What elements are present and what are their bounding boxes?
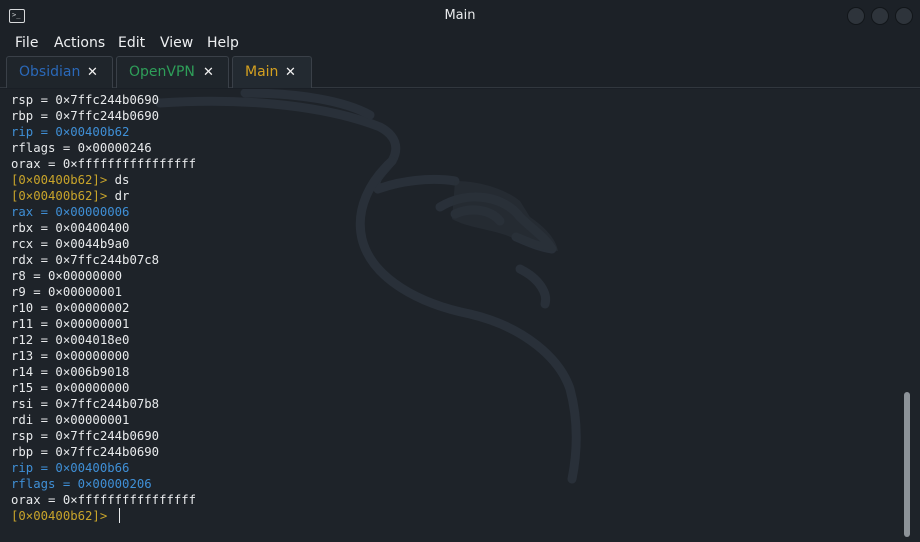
terminal-output[interactable]: rsp = 0×7ffc244b0690 rbp = 0×7ffc244b0690… [0, 89, 920, 542]
terminal-line: rflags = 0×00000246 [11, 140, 196, 156]
register-value: orax = 0×ffffffffffffffff [11, 493, 197, 507]
register-value: rdi = 0×00000001 [11, 413, 130, 427]
register-value: rax = 0×00000006 [11, 205, 130, 219]
menu-help[interactable]: Help [207, 32, 239, 54]
terminal-line: orax = 0×ffffffffffffffff [11, 492, 196, 508]
terminal-prompt-line: [0×00400b62]> [11, 508, 196, 524]
terminal-line: r9 = 0×00000001 [11, 284, 196, 300]
register-value: rdx = 0×7ffc244b07c8 [11, 253, 160, 267]
terminal-line: rsi = 0×7ffc244b07b8 [11, 396, 196, 412]
tab-close-icon[interactable]: ✕ [203, 57, 214, 88]
terminal-prompt-line: [0×00400b62]> ds [11, 172, 196, 188]
window-title: Main [444, 8, 476, 23]
tab-label: Obsidian [19, 64, 81, 80]
command-text: dr [107, 189, 130, 203]
terminal-line: r8 = 0×00000000 [11, 268, 196, 284]
prompt-address: [0×00400b62]> [11, 509, 108, 523]
register-value: rsp = 0×7ffc244b0690 [11, 93, 160, 107]
register-value: rip = 0×00400b62 [11, 125, 130, 139]
menu-view[interactable]: View [160, 32, 193, 54]
tab-label: Main [245, 64, 279, 80]
menu-file[interactable]: File [15, 32, 38, 54]
terminal-line: orax = 0×ffffffffffffffff [11, 156, 196, 172]
menu-edit[interactable]: Edit [118, 32, 145, 54]
prompt-address: [0×00400b62]> [11, 189, 108, 203]
register-value: rsp = 0×7ffc244b0690 [11, 429, 160, 443]
terminal-line: rdx = 0×7ffc244b07c8 [11, 252, 196, 268]
register-value: rbp = 0×7ffc244b0690 [11, 445, 160, 459]
close-window-button[interactable] [895, 7, 913, 25]
command-text [107, 509, 114, 523]
tab-close-icon[interactable]: ✕ [87, 57, 98, 88]
terminal-prompt-line: [0×00400b62]> dr [11, 188, 196, 204]
terminal-line: r12 = 0×004018e0 [11, 332, 196, 348]
terminal-line: r13 = 0×00000000 [11, 348, 196, 364]
register-value: r12 = 0×004018e0 [11, 333, 130, 347]
register-value: r8 = 0×00000000 [11, 269, 123, 283]
register-value: rbx = 0×00400400 [11, 221, 130, 235]
tab-openvpn[interactable]: OpenVPN ✕ [116, 56, 229, 88]
terminal-line: r10 = 0×00000002 [11, 300, 196, 316]
register-value: rflags = 0×00000246 [11, 141, 152, 155]
register-value: r11 = 0×00000001 [11, 317, 130, 331]
terminal-line: rip = 0×00400b62 [11, 124, 196, 140]
register-value: r9 = 0×00000001 [11, 285, 123, 299]
terminal-line: rsp = 0×7ffc244b0690 [11, 428, 196, 444]
register-value: rcx = 0×0044b9a0 [11, 237, 130, 251]
register-value: r15 = 0×00000000 [11, 381, 130, 395]
tab-label: OpenVPN [129, 64, 195, 80]
title-bar: >_ Main [0, 0, 920, 32]
terminal-line: rbp = 0×7ffc244b0690 [11, 108, 196, 124]
register-value: rbp = 0×7ffc244b0690 [11, 109, 160, 123]
maximize-button[interactable] [871, 7, 889, 25]
terminal-line: rcx = 0×0044b9a0 [11, 236, 196, 252]
register-value: r10 = 0×00000002 [11, 301, 130, 315]
command-text: ds [107, 173, 130, 187]
terminal-lines: rsp = 0×7ffc244b0690 rbp = 0×7ffc244b0690… [11, 92, 196, 524]
tab-close-icon[interactable]: ✕ [285, 57, 296, 88]
minimize-button[interactable] [847, 7, 865, 25]
register-value: r14 = 0×006b9018 [11, 365, 130, 379]
terminal-line: rbp = 0×7ffc244b0690 [11, 444, 196, 460]
terminal-line: r15 = 0×00000000 [11, 380, 196, 396]
terminal-line: rip = 0×00400b66 [11, 460, 196, 476]
terminal-line: rdi = 0×00000001 [11, 412, 196, 428]
text-cursor [118, 508, 121, 523]
terminal-line: r11 = 0×00000001 [11, 316, 196, 332]
register-value: r13 = 0×00000000 [11, 349, 130, 363]
terminal-line: rbx = 0×00400400 [11, 220, 196, 236]
prompt-address: [0×00400b62]> [11, 173, 108, 187]
terminal-line: r14 = 0×006b9018 [11, 364, 196, 380]
register-value: rflags = 0×00000206 [11, 477, 152, 491]
scrollbar-thumb[interactable] [904, 392, 910, 537]
register-value: orax = 0×ffffffffffffffff [11, 157, 197, 171]
menu-actions[interactable]: Actions [54, 32, 105, 54]
register-value: rsi = 0×7ffc244b07b8 [11, 397, 160, 411]
terminal-line: rax = 0×00000006 [11, 204, 196, 220]
menu-bar: File Actions Edit View Help [0, 32, 920, 54]
terminal-line: rsp = 0×7ffc244b0690 [11, 92, 196, 108]
terminal-line: rflags = 0×00000206 [11, 476, 196, 492]
tab-main[interactable]: Main ✕ [232, 56, 312, 88]
tab-obsidian[interactable]: Obsidian ✕ [6, 56, 113, 88]
tab-bar: Obsidian ✕ OpenVPN ✕ Main ✕ [0, 54, 920, 88]
register-value: rip = 0×00400b66 [11, 461, 130, 475]
